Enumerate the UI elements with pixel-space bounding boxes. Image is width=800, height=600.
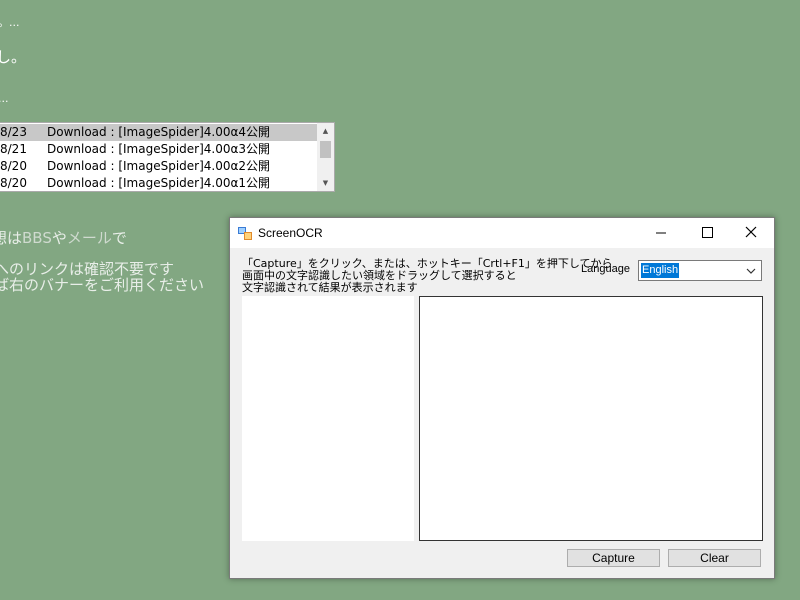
background-text-line: ... [0,92,9,105]
background-feedback-line: 想はBBSやメールで [0,227,127,248]
list-item-date: 8/20 [0,176,27,190]
list-item-date: 8/21 [0,142,27,156]
window-title: ScreenOCR [258,226,323,240]
list-item[interactable]: 8/21 Download : [ImageSpider]4.00α3公開 [0,141,318,158]
list-item-date: 8/20 [0,159,27,173]
scroll-up-arrow-icon[interactable]: ▲ [317,125,334,137]
background-text-line: 。... [0,16,20,29]
list-item-date: 8/23 [0,125,27,139]
list-item[interactable]: 8/20 Download : [ImageSpider]4.00α2公開 [0,158,318,175]
list-item[interactable]: 8/20 Download : [ImageSpider]4.00α1公開 [0,175,318,192]
background-text-line: ば右のバナーをご利用ください [0,276,205,294]
bbs-link[interactable]: BBS [22,229,52,247]
close-icon [745,226,757,238]
clear-button[interactable]: Clear [668,549,761,567]
background-text-line: し。 [0,48,27,66]
mail-link[interactable]: メール [67,229,112,247]
background-text: や [51,229,67,247]
capture-preview-pane [242,296,414,541]
news-listbox[interactable]: 8/23 Download : [ImageSpider]4.00α4公開 8/… [0,122,335,192]
minimize-button[interactable] [638,218,684,248]
maximize-button[interactable] [684,218,730,248]
close-button[interactable] [728,218,774,248]
minimize-icon [656,232,666,234]
instructions-line: 文字認識されて結果が表示されます [242,281,418,294]
listbox-scrollbar[interactable]: ▲ ▼ [317,123,334,191]
title-bar[interactable]: ScreenOCR [230,218,774,248]
list-item-text: Download : [ImageSpider]4.00α3公開 [47,142,271,156]
list-item[interactable]: 8/23 Download : [ImageSpider]4.00α4公開 [0,124,318,141]
language-selected-value: English [641,263,680,278]
background-text: で [111,229,127,247]
list-item-text: Download : [ImageSpider]4.00α2公開 [47,159,271,173]
list-item-text: Download : [ImageSpider]4.00α1公開 [47,176,271,190]
scroll-thumb[interactable] [320,141,331,158]
instructions-text: 「Capture」をクリック、または、ホットキー「Crtl+F1」を押下してから… [242,258,613,294]
list-item-text: Download : [ImageSpider]4.00α4公開 [47,125,271,139]
ocr-result-textarea[interactable] [419,296,763,541]
screenocr-window: ScreenOCR 「Capture」をクリック、または、ホットキー「Crtl+… [229,217,775,579]
screenocr-app-icon [238,227,252,240]
language-select[interactable]: English [638,260,762,281]
language-label: Language [581,263,630,275]
maximize-icon [702,227,713,238]
chevron-down-icon [746,268,756,274]
scroll-down-arrow-icon[interactable]: ▼ [317,177,334,189]
capture-button[interactable]: Capture [567,549,660,567]
background-text: 想は [0,229,23,247]
